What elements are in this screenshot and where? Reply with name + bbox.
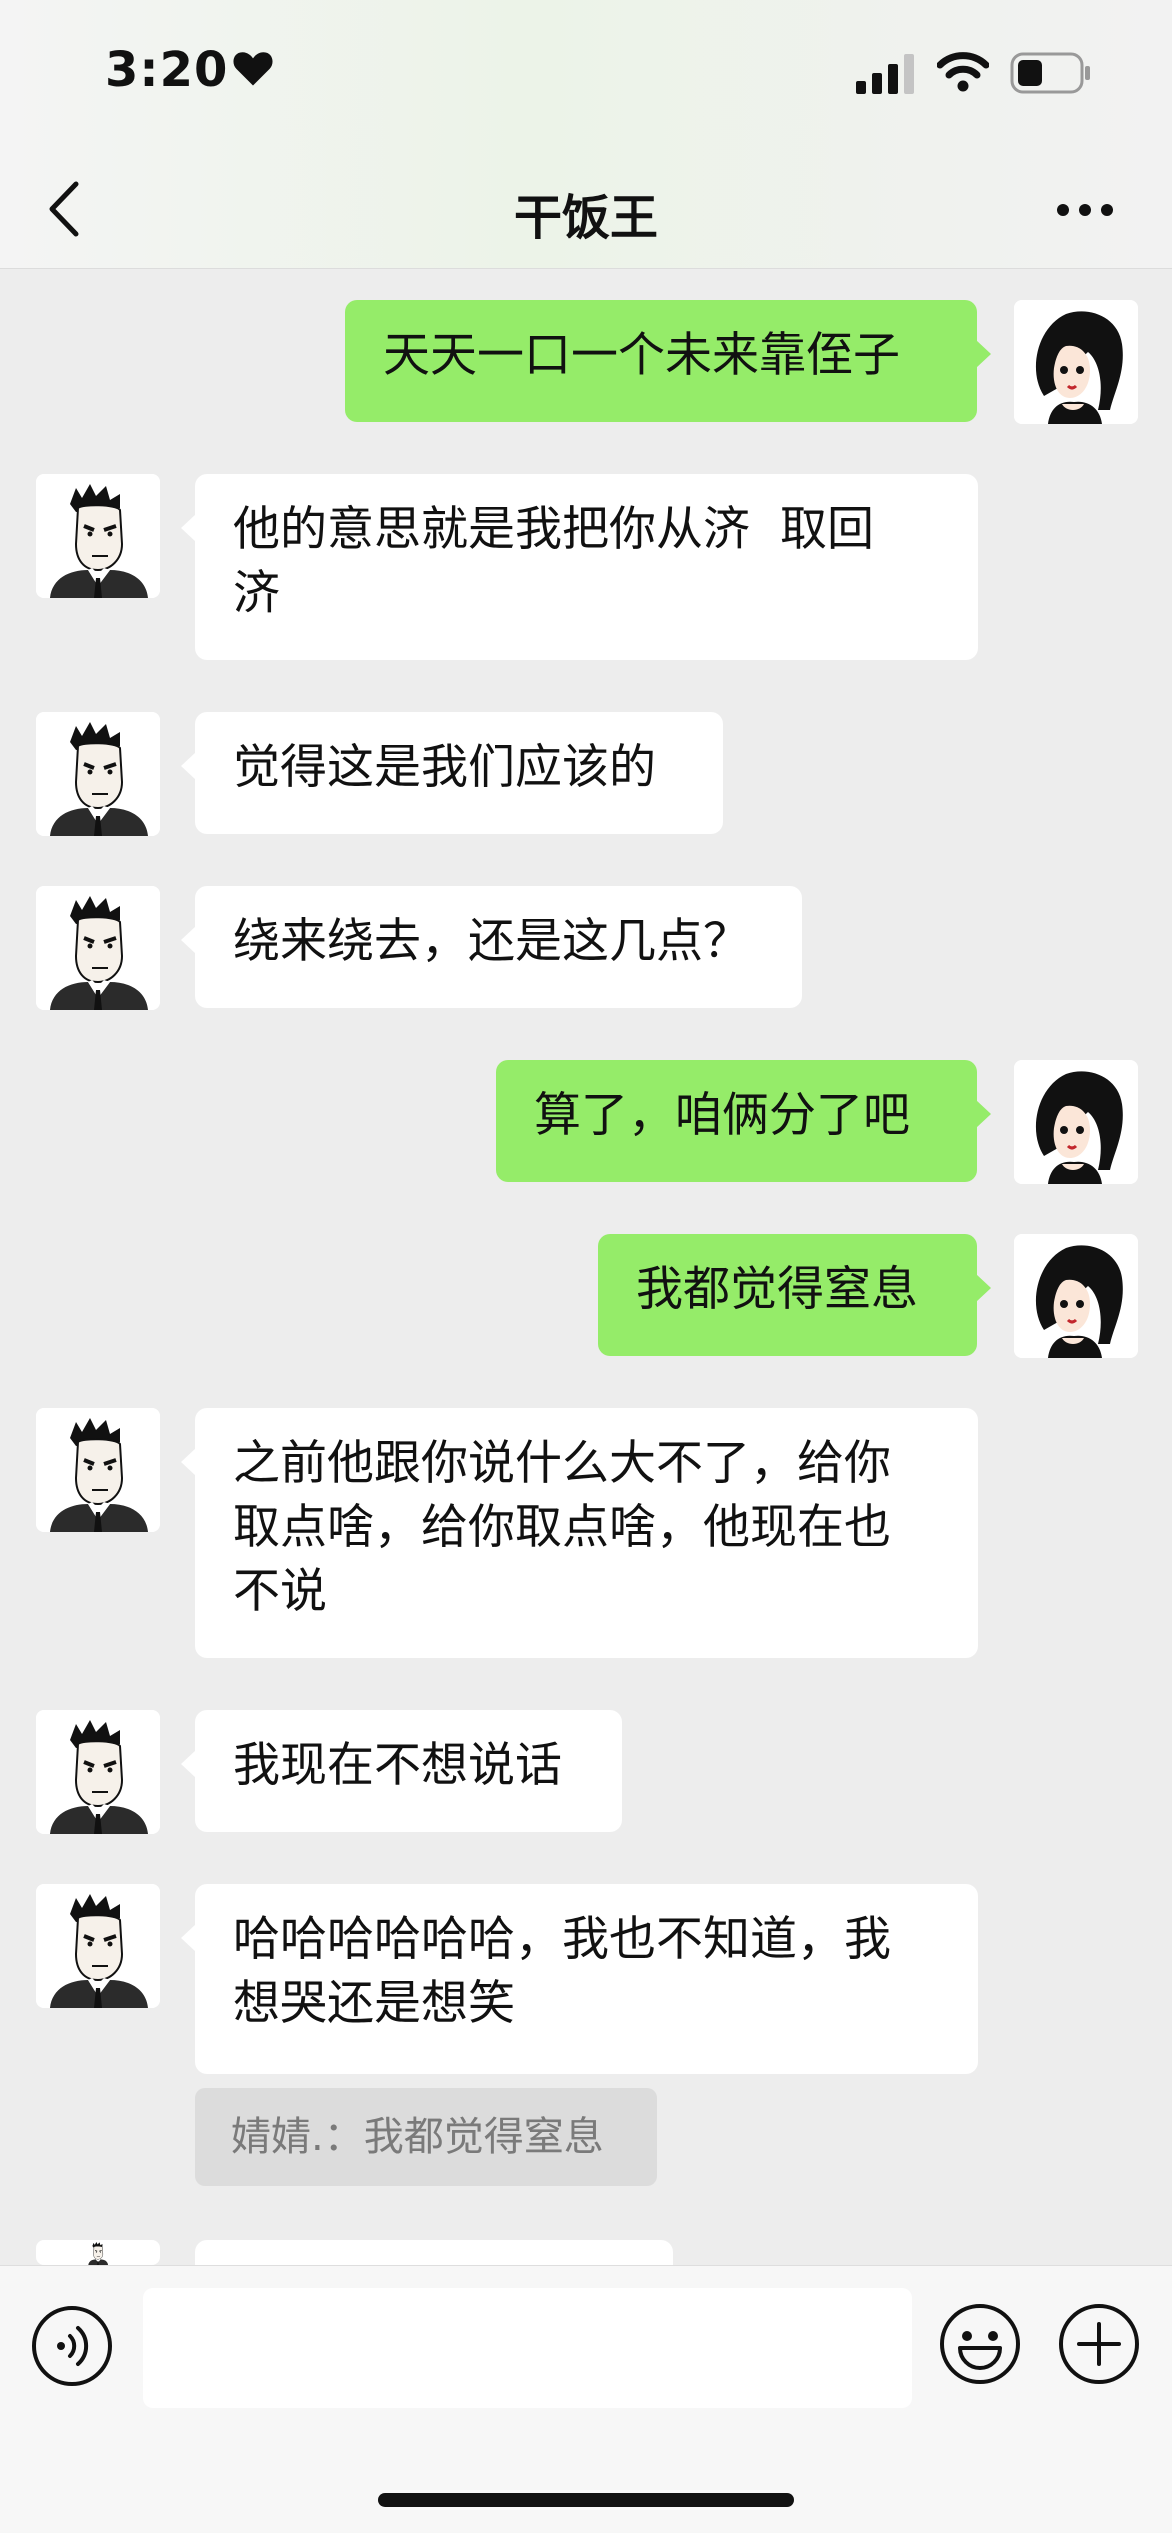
avatar[interactable] [36, 886, 160, 1010]
message-bubble[interactable]: 哈哈哈哈哈哈，我也不知道，我 想哭还是想笑 [181, 1884, 978, 2074]
wifi-icon [937, 52, 989, 92]
message-text: 算了，咱俩分了吧 [534, 1088, 910, 1143]
message-text: 天天一口一个未来靠侄子 [383, 328, 900, 383]
message-bubble[interactable]: 绕来绕去，还是这几点？ [181, 886, 802, 1008]
message-text: 觉得这是我们应该的 [233, 740, 656, 795]
redaction-mark [280, 574, 310, 619]
message-bubble[interactable]: 他的意思就是我把你从济 取回 济 [181, 474, 978, 660]
more-icon[interactable] [1055, 190, 1115, 230]
avatar[interactable] [36, 1884, 160, 2008]
battery-icon [1010, 52, 1090, 94]
nav-bar: 干饭王 [0, 150, 1172, 269]
message-text: 我现在不想说话 [233, 1738, 562, 1793]
status-bar: 3:20 [0, 0, 1172, 150]
message-bubble[interactable]: 我都觉得窒息 [598, 1234, 991, 1356]
message-bubble[interactable]: 我现在不想说话 [181, 1710, 622, 1832]
message-text: 取点啥，给你取点啥，他现在也 [233, 1500, 891, 1555]
avatar[interactable] [1014, 1060, 1138, 1184]
plus-icon[interactable] [1057, 2302, 1141, 2386]
message-text: 济 [233, 566, 280, 621]
voice-icon[interactable] [30, 2304, 114, 2388]
avatar[interactable] [1014, 300, 1138, 424]
emoji-icon[interactable] [938, 2302, 1022, 2386]
message-text: 取回 [780, 502, 874, 557]
avatar[interactable] [1014, 1234, 1138, 1358]
avatar[interactable] [36, 474, 160, 598]
message-text: 我都觉得窒息 [636, 1262, 918, 1317]
avatar[interactable] [36, 1710, 160, 1834]
message-text: 他的意思就是我把你从济 [233, 502, 750, 557]
message-input[interactable] [143, 2288, 912, 2408]
chat-title: 干饭王 [513, 190, 658, 246]
message-text: 哈哈哈哈哈哈，我也不知道，我 [233, 1912, 891, 1967]
message-text: 绕来绕去，还是这几点？ [233, 914, 750, 969]
avatar[interactable] [36, 2240, 160, 2265]
status-time: 3:20 [105, 42, 229, 98]
message-bubble[interactable]: 天天一口一个未来靠侄子 [345, 300, 991, 422]
heart-icon [233, 52, 273, 86]
message-text: 想哭还是想笑 [233, 1976, 515, 2031]
avatar[interactable] [36, 712, 160, 836]
message-bubble[interactable]: 算了，咱俩分了吧 [496, 1060, 991, 1182]
message-bubble[interactable]: 觉得这是我们应该的 [181, 712, 723, 834]
signal-icon [856, 54, 914, 94]
message-bubble[interactable] [195, 2240, 673, 2265]
message-bubble[interactable]: 之前他跟你说什么大不了，给你 取点啥，给你取点啥，他现在也 不说 [181, 1408, 978, 1658]
home-indicator[interactable] [378, 2493, 794, 2507]
message-text: 之前他跟你说什么大不了，给你 [233, 1436, 891, 1491]
message-text: 不说 [233, 1564, 327, 1619]
avatar[interactable] [36, 1408, 160, 1532]
quoted-message[interactable]: 婧婧.：我都觉得窒息 [195, 2088, 657, 2186]
redaction-mark [750, 510, 780, 555]
